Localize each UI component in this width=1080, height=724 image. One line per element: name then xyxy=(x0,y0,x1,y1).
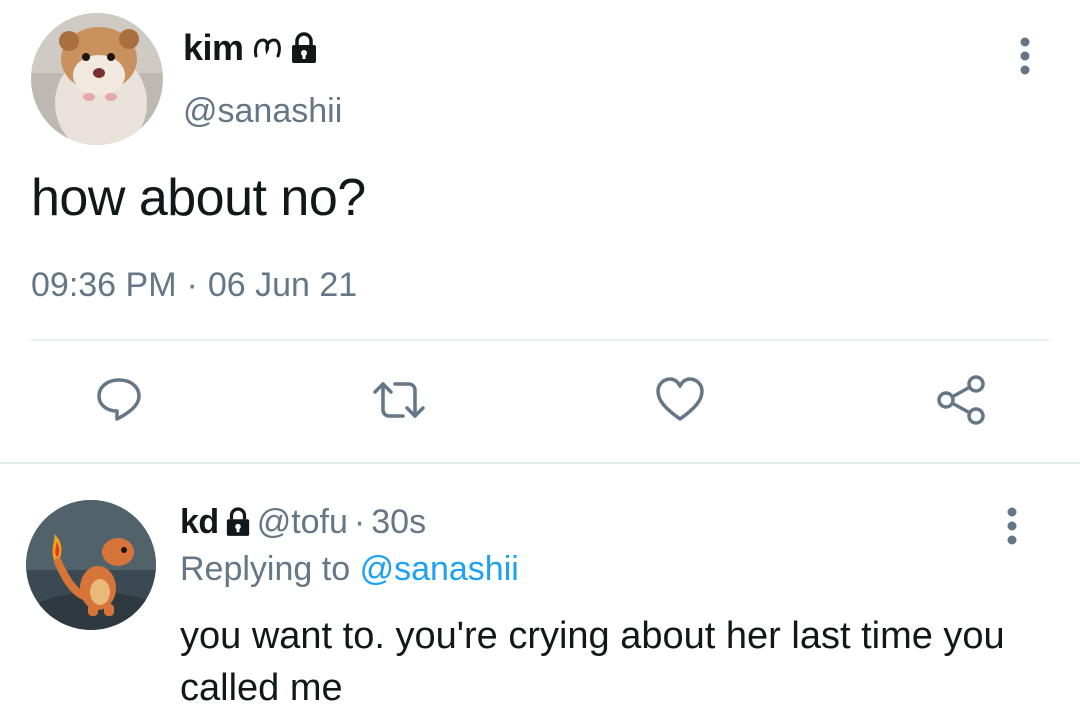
tweet-timestamp[interactable]: 09:36 PM · 06 Jun 21 xyxy=(31,266,357,305)
reply-tweet: kd @tofu · 30s Replying to @sanashii you… xyxy=(0,464,1080,724)
lock-icon xyxy=(225,507,251,537)
author-name-row: kim xyxy=(183,27,318,69)
more-vertical-icon[interactable] xyxy=(1014,36,1036,76)
reply-time[interactable]: 30s xyxy=(371,503,426,542)
tweet-text: how about no? xyxy=(31,169,366,227)
divider xyxy=(31,339,1049,341)
charmander-avatar-image xyxy=(26,500,156,630)
reply-button[interactable] xyxy=(89,370,149,430)
reply-text: you want to. you're crying about her las… xyxy=(180,615,1005,709)
reply-icon xyxy=(93,374,145,426)
loop-symbol-icon xyxy=(252,36,282,60)
reply-author-avatar[interactable] xyxy=(26,500,156,630)
author-avatar[interactable] xyxy=(31,13,163,145)
share-icon xyxy=(934,374,988,426)
replying-to-label: Replying to xyxy=(180,550,351,588)
tweet-action-bar xyxy=(0,370,1080,434)
reply-handle[interactable]: @tofu xyxy=(257,503,348,542)
main-tweet: kim @sanashii how about no? 09:36 PM · 0… xyxy=(0,0,1080,462)
author-display-name[interactable]: kim xyxy=(183,27,244,69)
heart-icon xyxy=(654,374,706,426)
reply-separator: · xyxy=(353,502,366,541)
meta-separator: · xyxy=(186,266,198,304)
tweet-time: 09:36 PM xyxy=(31,266,177,304)
lock-icon xyxy=(290,32,318,64)
like-button[interactable] xyxy=(650,370,710,430)
retweet-button[interactable] xyxy=(369,370,429,430)
replying-to: Replying to @sanashii xyxy=(180,550,519,589)
more-vertical-icon[interactable] xyxy=(1001,506,1023,546)
tweet-page: kim @sanashii how about no? 09:36 PM · 0… xyxy=(0,0,1080,724)
retweet-icon xyxy=(369,374,429,426)
replying-to-handle[interactable]: @sanashii xyxy=(360,550,519,588)
share-button[interactable] xyxy=(931,370,991,430)
reply-header: kd @tofu · 30s xyxy=(180,502,426,542)
reply-display-name[interactable]: kd xyxy=(180,503,219,542)
tweet-date: 06 Jun 21 xyxy=(207,266,358,304)
author-handle[interactable]: @sanashii xyxy=(183,92,342,131)
hamster-avatar-image xyxy=(31,13,163,145)
